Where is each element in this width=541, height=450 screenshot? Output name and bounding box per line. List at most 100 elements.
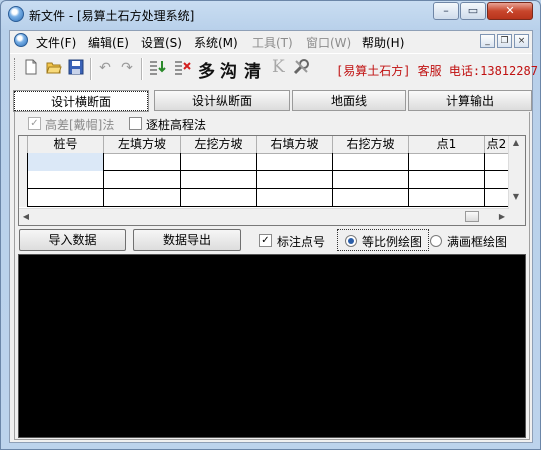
menu-bar: 文件(F) 编辑(E) 设置(S) 系统(M) 工具(T) 窗口(W) 帮助(H… [10,31,532,52]
table-cell[interactable] [104,153,181,171]
menu-system[interactable]: 系统(M) [194,34,238,51]
grid-horizontal-scrollbar[interactable]: ◀ ▶ [19,208,509,225]
table-cell[interactable] [485,171,509,189]
fill-draw-radio[interactable] [430,235,442,247]
row-header-corner [19,136,28,153]
row-header[interactable] [19,153,28,171]
table-cell[interactable] [333,153,409,171]
scroll-right-arrow-icon[interactable]: ▶ [495,212,509,221]
multi-tool-button[interactable]: 多 [198,57,215,82]
table-cell[interactable] [257,153,333,171]
table-cell[interactable] [409,189,485,207]
toolbar-separator [90,58,92,80]
k-tool-button[interactable]: K [272,57,285,77]
close-button[interactable]: ✕ [487,2,533,20]
column-header[interactable]: 右挖方坡 [333,136,409,153]
app-icon[interactable] [8,6,24,22]
support-phone-text: [易算土石方] 客服 电话:13812287 [336,64,538,78]
table-cell[interactable] [104,189,181,207]
table-cell[interactable] [28,153,104,171]
cross-section-panel: ✓ 高差[戴帽]法 逐桩高程法 桩号 左填方坡 左挖方坡 右填方坡 右挖方坡 点… [14,112,530,440]
mark-points-checkbox[interactable]: ✓ [259,234,272,247]
scroll-left-arrow-icon[interactable]: ◀ [19,212,33,221]
column-header[interactable]: 左填方坡 [104,136,181,153]
scroll-up-arrow-icon[interactable]: ▲ [509,138,523,147]
tab-longitudinal-section[interactable]: 设计纵断面 [154,90,290,111]
menu-window[interactable]: 窗口(W) [306,34,351,51]
row-header[interactable] [19,171,28,189]
table-cell[interactable] [333,171,409,189]
mdi-minimize-button[interactable]: _ [480,34,495,48]
scale-draw-label: 等比例绘图 [362,235,423,249]
column-header[interactable]: 点1 [409,136,485,153]
import-data-button[interactable]: 导入数据 [19,229,126,251]
client-area: 文件(F) 编辑(E) 设置(S) 系统(M) 工具(T) 窗口(W) 帮助(H… [9,30,538,443]
cross-section-grid[interactable]: 桩号 左填方坡 左挖方坡 右填方坡 右挖方坡 点1 点2 ▲ ▼ ◀ ▶ [18,135,526,226]
column-header[interactable]: 左挖方坡 [181,136,257,153]
table-row[interactable] [19,189,509,207]
window-title: 新文件 - [易算土石方处理系统] [29,9,195,23]
save-icon[interactable] [67,59,85,77]
table-row[interactable] [19,153,509,171]
menu-help[interactable]: 帮助(H) [362,34,404,51]
document-icon[interactable] [14,33,28,47]
column-header[interactable]: 桩号 [28,136,104,153]
tab-ground-line[interactable]: 地面线 [292,90,406,111]
table-cell[interactable] [28,189,104,207]
table-row[interactable] [19,171,509,189]
table-cell[interactable] [28,171,104,189]
tools-icon[interactable] [292,58,310,76]
height-diff-label: 高差[戴帽]法 [45,118,115,132]
redo-icon[interactable]: ↷ [118,59,136,77]
title-bar[interactable]: 新文件 - [易算土石方处理系统] – ▭ ✕ [1,1,540,29]
row-header[interactable] [19,189,28,207]
toolbar-separator [141,58,143,80]
scroll-thumb[interactable] [465,211,479,222]
scale-draw-radio[interactable] [345,235,357,247]
table-cell[interactable] [485,189,509,207]
minimize-button[interactable]: – [433,2,459,20]
table-cell[interactable] [409,171,485,189]
table-cell[interactable] [409,153,485,171]
table-cell[interactable] [485,153,509,171]
tab-bar: 设计横断面 设计纵断面 地面线 计算输出 [13,89,534,113]
undo-icon[interactable]: ↶ [96,59,114,77]
insert-row-icon[interactable] [148,59,166,77]
mdi-close-button[interactable]: × [514,34,529,48]
column-header[interactable]: 右填方坡 [257,136,333,153]
per-pile-label: 逐桩高程法 [146,118,207,132]
table-cell[interactable] [333,189,409,207]
ditch-tool-button[interactable]: 沟 [220,57,237,82]
fill-draw-label: 满画框绘图 [447,235,508,249]
height-diff-checkbox[interactable]: ✓ [28,117,41,130]
table-cell[interactable] [257,189,333,207]
new-file-icon[interactable] [22,59,40,77]
mark-points-label: 标注点号 [277,235,326,249]
table-cell[interactable] [181,189,257,207]
grid-header: 桩号 左填方坡 左挖方坡 右填方坡 右挖方坡 点1 点2 [19,136,509,154]
column-header[interactable]: 点2 [485,136,509,153]
drawing-canvas[interactable] [18,254,526,438]
toolbar: ↶ ↷ 多 沟 清 K [易算土石方] 客服 电话:13812287 [10,53,538,84]
maximize-button[interactable]: ▭ [460,2,486,20]
toolbar-grip[interactable] [14,58,18,80]
table-cell[interactable] [257,171,333,189]
table-cell[interactable] [181,153,257,171]
menu-tools[interactable]: 工具(T) [252,34,293,51]
table-cell[interactable] [104,171,181,189]
open-folder-icon[interactable] [45,59,63,77]
mdi-restore-button[interactable]: ❐ [497,34,512,48]
main-window: 新文件 - [易算土石方处理系统] – ▭ ✕ 文件(F) 编辑(E) 设置(S… [0,0,541,450]
grid-vertical-scrollbar[interactable]: ▲ ▼ [508,136,525,225]
per-pile-checkbox[interactable] [129,117,142,130]
tab-cross-section[interactable]: 设计横断面 [13,90,149,112]
menu-settings[interactable]: 设置(S) [141,34,182,51]
delete-row-icon[interactable] [173,59,191,77]
scroll-down-arrow-icon[interactable]: ▼ [509,192,523,201]
export-data-button[interactable]: 数据导出 [133,229,241,251]
clear-tool-button[interactable]: 清 [244,57,261,82]
menu-file[interactable]: 文件(F) [36,34,76,51]
menu-edit[interactable]: 编辑(E) [88,34,129,51]
table-cell[interactable] [181,171,257,189]
tab-calc-output[interactable]: 计算输出 [408,90,532,111]
